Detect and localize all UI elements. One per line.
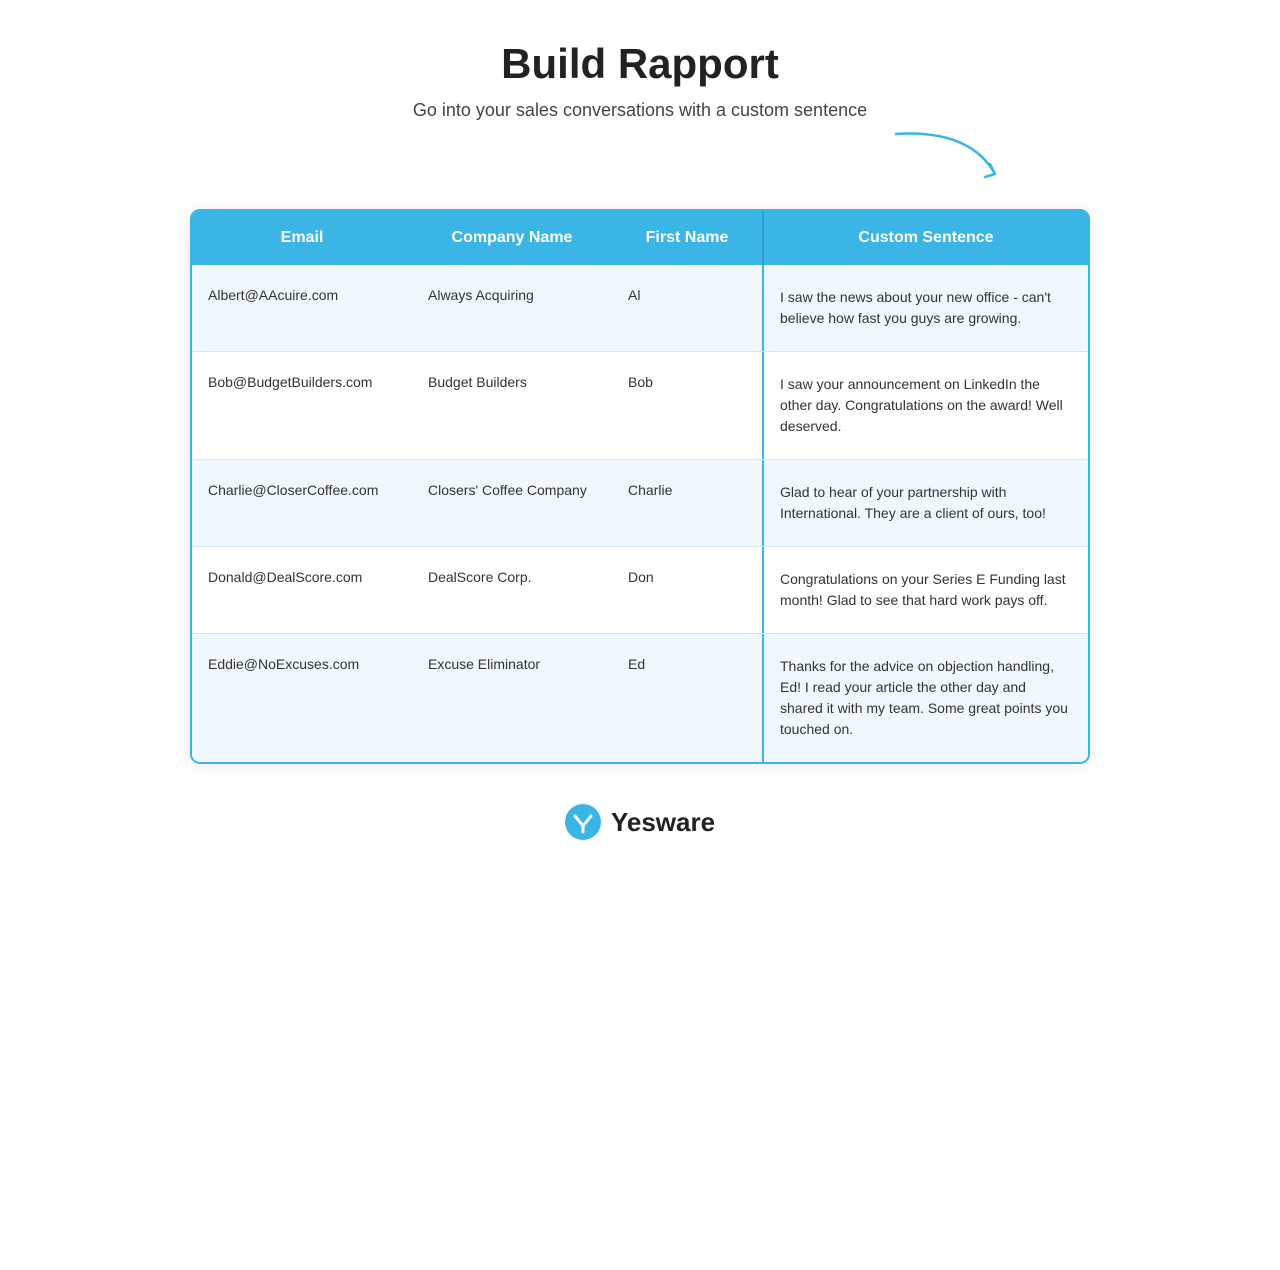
page-title: Build Rapport — [501, 40, 779, 88]
cell-custom-sentence: Thanks for the advice on objection handl… — [762, 634, 1088, 762]
cell-email: Bob@BudgetBuilders.com — [192, 352, 412, 459]
cell-custom-sentence: I saw the news about your new office - c… — [762, 265, 1088, 351]
cell-company: Always Acquiring — [412, 265, 612, 351]
header-email: Email — [192, 211, 412, 265]
cell-company: Budget Builders — [412, 352, 612, 459]
cell-email: Albert@AAcuire.com — [192, 265, 412, 351]
cell-custom-sentence: Congratulations on your Series E Funding… — [762, 547, 1088, 633]
table-row: Donald@DealScore.com DealScore Corp. Don… — [192, 547, 1088, 634]
cell-firstname: Ed — [612, 634, 762, 762]
table-header: Email Company Name First Name Custom Sen… — [192, 211, 1088, 265]
cell-firstname: Bob — [612, 352, 762, 459]
table-row: Charlie@CloserCoffee.com Closers' Coffee… — [192, 460, 1088, 547]
footer: Yesware — [565, 804, 715, 840]
cell-custom-sentence: I saw your announcement on LinkedIn the … — [762, 352, 1088, 459]
table-body: Albert@AAcuire.com Always Acquiring Al I… — [192, 265, 1088, 762]
cell-email: Eddie@NoExcuses.com — [192, 634, 412, 762]
table-row: Albert@AAcuire.com Always Acquiring Al I… — [192, 265, 1088, 352]
cell-email: Charlie@CloserCoffee.com — [192, 460, 412, 546]
arrow-icon — [890, 129, 1010, 184]
cell-company: DealScore Corp. — [412, 547, 612, 633]
main-table: Email Company Name First Name Custom Sen… — [190, 209, 1090, 764]
header-custom-sentence: Custom Sentence — [762, 211, 1088, 265]
table-row: Eddie@NoExcuses.com Excuse Eliminator Ed… — [192, 634, 1088, 762]
table-row: Bob@BudgetBuilders.com Budget Builders B… — [192, 352, 1088, 460]
cell-custom-sentence: Glad to hear of your partnership with In… — [762, 460, 1088, 546]
cell-company: Closers' Coffee Company — [412, 460, 612, 546]
page-subtitle: Go into your sales conversations with a … — [413, 100, 867, 121]
cell-company: Excuse Eliminator — [412, 634, 612, 762]
arrow-decoration — [190, 129, 1090, 189]
cell-firstname: Don — [612, 547, 762, 633]
header-firstname: First Name — [612, 211, 762, 265]
yesware-logo-icon — [565, 804, 601, 840]
cell-firstname: Al — [612, 265, 762, 351]
header-company: Company Name — [412, 211, 612, 265]
cell-firstname: Charlie — [612, 460, 762, 546]
brand-name: Yesware — [611, 807, 715, 838]
cell-email: Donald@DealScore.com — [192, 547, 412, 633]
